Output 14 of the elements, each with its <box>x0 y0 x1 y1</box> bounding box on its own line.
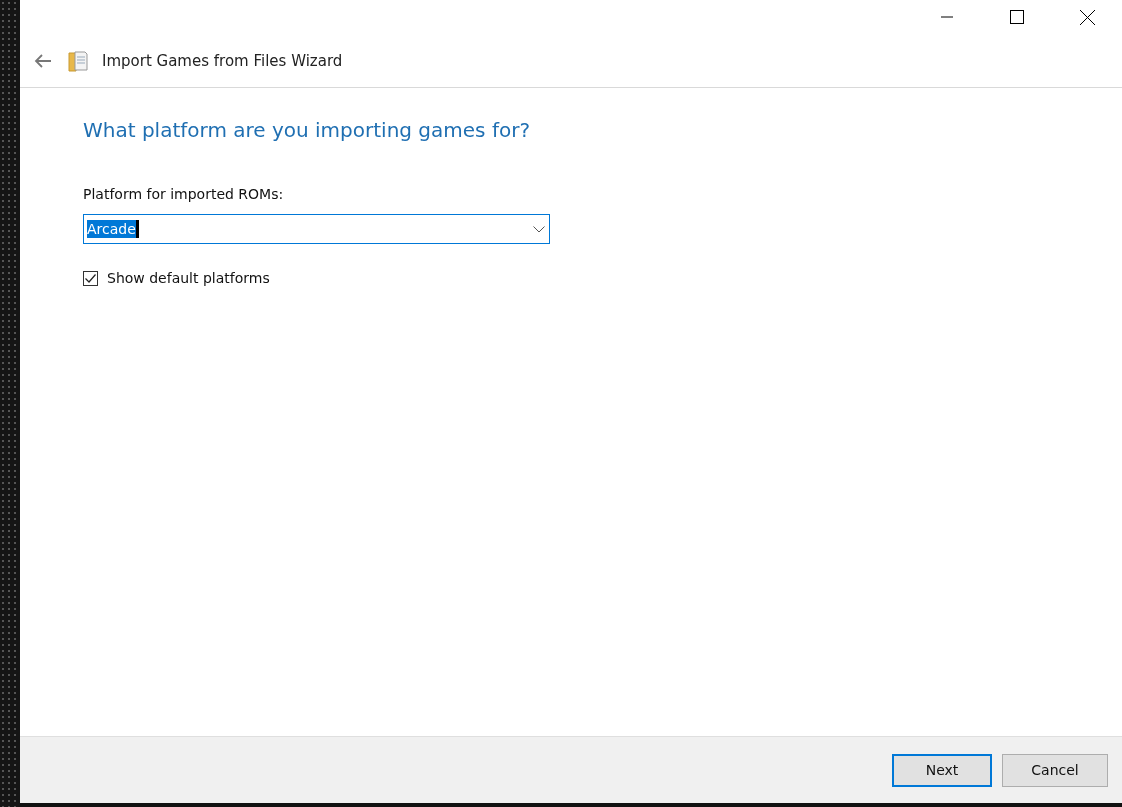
page-heading: What platform are you importing games for? <box>83 118 531 142</box>
checkbox[interactable] <box>83 270 98 286</box>
checkbox-label: Show default platforms <box>107 270 270 286</box>
platform-dropdown[interactable]: Arcade <box>83 214 550 244</box>
window-title: Import Games from Files Wizard <box>102 51 343 70</box>
default-button[interactable]: Next <box>892 753 992 787</box>
dialog-button[interactable]: Cancel <box>1002 753 1108 787</box>
maximize-icon <box>1010 10 1024 24</box>
field-label: Platform for imported ROMs: <box>83 186 285 202</box>
folder-document-icon <box>68 49 88 72</box>
back-button[interactable] <box>32 51 54 70</box>
chevron-down-icon <box>533 225 545 233</box>
close-icon <box>1079 9 1095 25</box>
back-arrow-icon <box>34 53 52 68</box>
